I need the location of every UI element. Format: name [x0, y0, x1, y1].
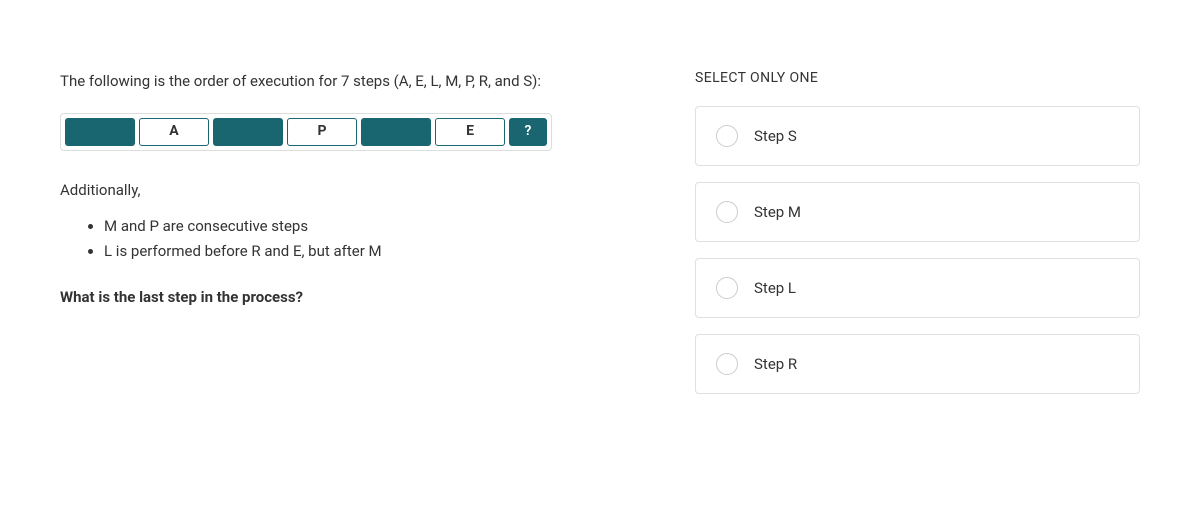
answer-label: Step R: [754, 355, 797, 373]
step-sequence: A P E ?: [60, 113, 552, 151]
radio-icon: [716, 201, 738, 223]
step-slot-3: [213, 118, 283, 146]
clue-item: M and P are consecutive steps: [104, 215, 615, 238]
additionally-label: Additionally,: [60, 179, 615, 202]
question-intro: The following is the order of execution …: [60, 70, 615, 93]
answer-label: Step M: [754, 203, 801, 221]
question-prompt: What is the last step in the process?: [60, 286, 615, 309]
answer-option-m[interactable]: Step M: [695, 182, 1140, 242]
question-panel: The following is the order of execution …: [60, 70, 615, 410]
answer-option-r[interactable]: Step R: [695, 334, 1140, 394]
radio-icon: [716, 353, 738, 375]
quiz-container: The following is the order of execution …: [0, 0, 1200, 450]
answer-option-l[interactable]: Step L: [695, 258, 1140, 318]
step-slot-2: A: [139, 118, 209, 146]
radio-icon: [716, 277, 738, 299]
step-slot-5: [361, 118, 431, 146]
step-slot-1: [65, 118, 135, 146]
step-slot-6: E: [435, 118, 505, 146]
answer-instruction: SELECT ONLY ONE: [695, 70, 1140, 86]
step-slot-4: P: [287, 118, 357, 146]
answer-label: Step S: [754, 127, 797, 145]
clue-item: L is performed before R and E, but after…: [104, 240, 615, 263]
answers-panel: SELECT ONLY ONE Step S Step M Step L Ste…: [695, 70, 1140, 410]
radio-icon: [716, 125, 738, 147]
step-slot-7: ?: [509, 118, 547, 146]
answer-label: Step L: [754, 279, 796, 297]
answer-option-s[interactable]: Step S: [695, 106, 1140, 166]
clue-list: M and P are consecutive steps L is perfo…: [60, 215, 615, 262]
